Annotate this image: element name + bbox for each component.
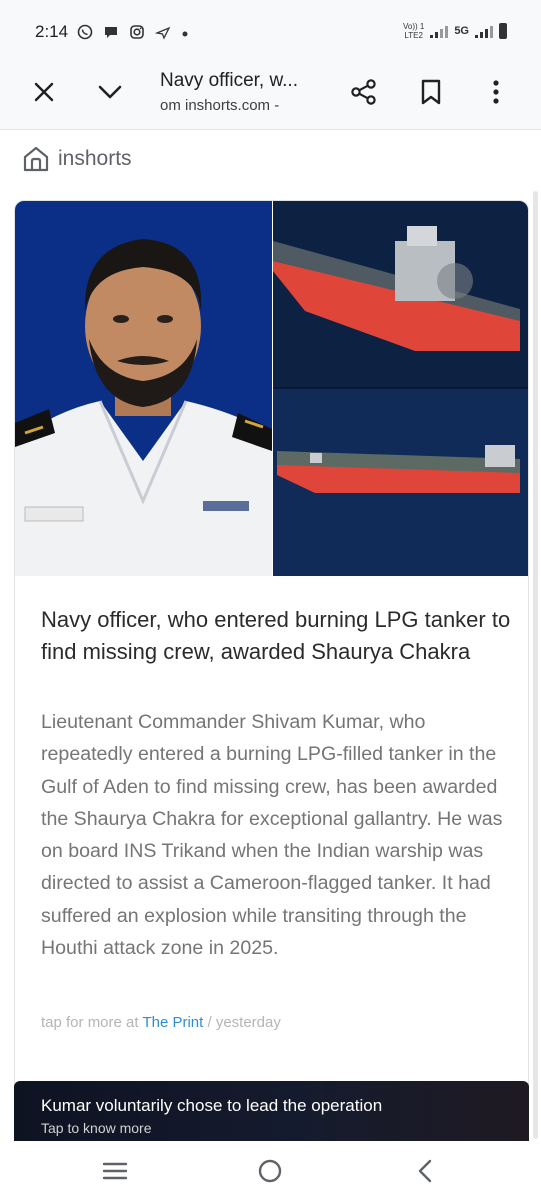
news-card[interactable]: Navy officer, who entered burning LPG ta…: [14, 200, 529, 1141]
page-content: inshorts Navy officer, who entered burni…: [0, 131, 541, 1141]
home-circle-icon: [258, 1159, 282, 1183]
source-link[interactable]: The Print: [142, 1014, 203, 1031]
article-headline: Navy officer, who entered burning LPG ta…: [41, 607, 511, 664]
browser-toolbar: Navy officer, w... om inshorts.com -: [0, 62, 541, 130]
page-info[interactable]: Navy officer, w... om inshorts.com -: [160, 68, 330, 116]
recent-apps-button[interactable]: [92, 1151, 138, 1191]
home-icon: [23, 146, 49, 172]
home-button[interactable]: [247, 1151, 293, 1191]
minimize-button[interactable]: [90, 72, 130, 112]
instagram-icon: [129, 24, 145, 44]
share-button[interactable]: [344, 72, 384, 112]
chevron-down-icon: [98, 85, 122, 99]
status-bar: 2:14 Vo)) 1 LTE2 5G: [0, 0, 541, 62]
volte-label: Vo)) 1: [402, 22, 425, 31]
signal-icon: [430, 24, 449, 38]
airplane-icon: [154, 24, 171, 44]
recents-icon: [102, 1162, 128, 1180]
volte-indicator: Vo)) 1 LTE2: [403, 22, 424, 40]
network-type: 5G: [454, 25, 469, 37]
page-url: om inshorts.com -: [160, 97, 280, 114]
more-vert-icon: [493, 80, 499, 104]
banner-title: Kumar voluntarily chose to lead the oper…: [41, 1096, 383, 1115]
notification-icons: [77, 24, 189, 44]
close-icon: [34, 82, 54, 102]
article-meta: tap for more at The Print / yesterday: [41, 1014, 281, 1031]
lte-label: LTE2: [404, 31, 423, 40]
system-status-icons: Vo)) 1 LTE2 5G: [403, 22, 507, 40]
chat-icon: [103, 24, 119, 44]
back-button[interactable]: [402, 1151, 448, 1191]
bookmark-button[interactable]: [411, 72, 451, 112]
banner-subtitle: Tap to know more: [41, 1120, 152, 1136]
meta-time: / yesterday: [207, 1014, 281, 1031]
page-title: Navy officer, w...: [160, 70, 298, 91]
battery-icon: [499, 23, 507, 39]
read-more-banner[interactable]: Kumar voluntarily chose to lead the oper…: [14, 1081, 529, 1141]
site-header[interactable]: inshorts: [22, 145, 132, 173]
back-chevron-icon: [418, 1159, 432, 1183]
article-summary: Lieutenant Commander Shivam Kumar, who r…: [41, 711, 503, 960]
meta-prefix: tap for more at: [41, 1014, 139, 1031]
dot-icon: [181, 26, 189, 42]
whatsapp-icon: [77, 24, 93, 44]
status-time: 2:14: [35, 22, 69, 41]
share-icon: [351, 79, 376, 105]
signal-icon-2: [475, 24, 493, 38]
more-options-button[interactable]: [476, 72, 516, 112]
system-nav-bar: [0, 1141, 541, 1199]
news-image: [15, 201, 528, 576]
bookmark-icon: [421, 79, 441, 105]
scrollbar[interactable]: [533, 191, 538, 1139]
close-button[interactable]: [24, 72, 64, 112]
brand-name: inshorts: [58, 147, 132, 170]
